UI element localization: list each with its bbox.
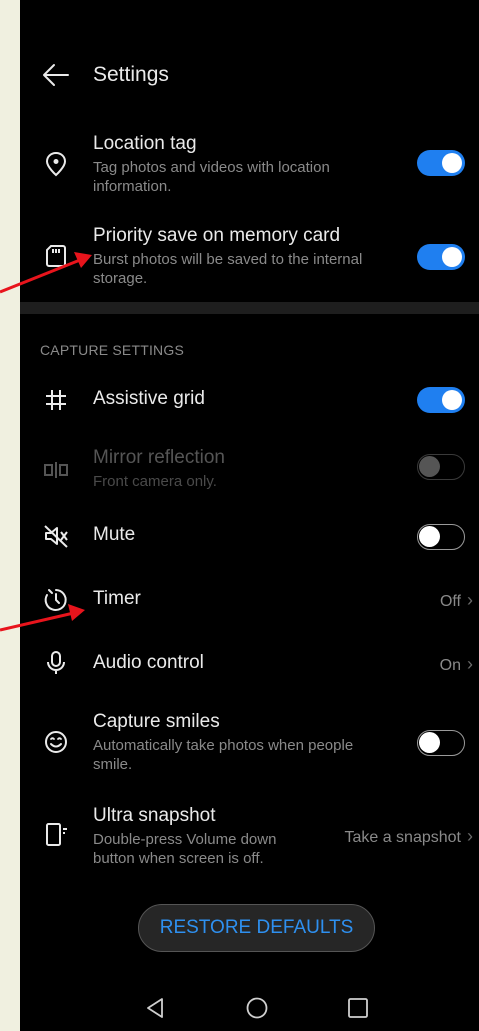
setting-location-tag[interactable]: Location tag Tag photos and videos with …	[20, 132, 479, 202]
setting-label: Ultra snapshot	[93, 805, 216, 826]
capture-smiles-toggle[interactable]	[417, 730, 465, 756]
value-text: Off	[439, 593, 461, 610]
setting-label: Mute	[93, 524, 136, 545]
setting-description: Tag photos and videos with location info…	[93, 159, 330, 195]
nav-recents-icon[interactable]	[345, 995, 371, 1021]
setting-text: Priority save on memory card Burst photo…	[93, 224, 379, 288]
chevron-right-icon: ›	[467, 654, 473, 674]
microphone-icon	[47, 651, 65, 674]
ultra-snapshot-icon	[46, 823, 67, 846]
section-header-capture-settings: CAPTURE SETTINGS	[40, 342, 184, 358]
chevron-right-icon: ›	[467, 826, 473, 846]
setting-label: Priority save on memory card	[93, 225, 341, 246]
mute-toggle[interactable]	[417, 524, 465, 550]
toggle-knob	[419, 456, 440, 477]
setting-label: Mirror reflection	[93, 447, 225, 468]
toggle-knob	[442, 390, 462, 410]
setting-text: Mute	[93, 523, 379, 547]
setting-audio-control[interactable]: Audio control On ›	[20, 646, 479, 682]
setting-assistive-grid[interactable]: Assistive grid	[20, 382, 479, 418]
location-pin-icon	[45, 151, 67, 177]
setting-description: Automatically take photos when people sm…	[93, 737, 354, 773]
setting-label: Location tag	[93, 133, 197, 154]
page-title: Settings	[93, 63, 169, 86]
nav-back-icon[interactable]	[143, 995, 169, 1021]
setting-capture-smiles[interactable]: Capture smiles Automatically take photos…	[20, 710, 479, 780]
nav-home-icon[interactable]	[244, 995, 270, 1021]
setting-text: Mirror reflection Front camera only.	[93, 446, 379, 491]
audio-control-value[interactable]: On ›	[440, 654, 473, 675]
setting-label: Audio control	[93, 652, 204, 673]
restore-defaults-button[interactable]: RESTORE DEFAULTS	[138, 904, 375, 952]
toggle-knob	[419, 732, 440, 753]
timer-icon	[44, 589, 67, 611]
toggle-knob	[419, 526, 440, 547]
setting-label: Assistive grid	[93, 388, 205, 409]
priority-save-toggle[interactable]	[417, 244, 465, 270]
smile-icon	[45, 731, 67, 753]
toggle-knob	[442, 153, 462, 173]
setting-priority-save[interactable]: Priority save on memory card Burst photo…	[20, 224, 479, 294]
setting-description: Double-press Volume down button when scr…	[93, 831, 277, 867]
setting-timer[interactable]: Timer Off ›	[20, 582, 479, 618]
toggle-knob	[442, 247, 462, 267]
setting-text: Ultra snapshot Double-press Volume down …	[93, 804, 319, 868]
setting-text: Audio control	[93, 651, 379, 675]
system-navigation-bar	[20, 985, 479, 1031]
location-tag-toggle[interactable]	[417, 150, 465, 176]
setting-mirror-reflection: Mirror reflection Front camera only.	[20, 446, 479, 496]
settings-screen: Settings Location tag Tag photos and vid…	[20, 0, 479, 1031]
section-divider	[20, 302, 479, 314]
back-arrow-icon[interactable]	[40, 59, 72, 91]
chevron-right-icon: ›	[467, 590, 473, 610]
setting-description: Front camera only.	[93, 473, 217, 490]
setting-description: Burst photos will be saved to the intern…	[93, 251, 363, 287]
setting-mute[interactable]: Mute	[20, 518, 479, 554]
header: Settings	[20, 45, 479, 105]
timer-value[interactable]: Off ›	[440, 590, 473, 611]
setting-text: Location tag Tag photos and videos with …	[93, 132, 379, 196]
mirror-icon	[44, 462, 68, 478]
sd-card-icon	[46, 245, 66, 267]
setting-label: Capture smiles	[93, 711, 220, 732]
ultra-snapshot-value[interactable]: Take a snapshot ›	[344, 826, 473, 847]
setting-text: Assistive grid	[93, 387, 379, 411]
value-text: Take a snapshot	[344, 829, 461, 846]
mute-speaker-icon	[44, 525, 68, 548]
grid-icon	[46, 390, 66, 410]
setting-text: Timer	[93, 587, 379, 611]
setting-text: Capture smiles Automatically take photos…	[93, 710, 379, 774]
value-text: On	[439, 657, 461, 674]
mirror-reflection-toggle	[417, 454, 465, 480]
setting-ultra-snapshot[interactable]: Ultra snapshot Double-press Volume down …	[20, 804, 479, 874]
setting-label: Timer	[93, 588, 141, 609]
assistive-grid-toggle[interactable]	[417, 387, 465, 413]
